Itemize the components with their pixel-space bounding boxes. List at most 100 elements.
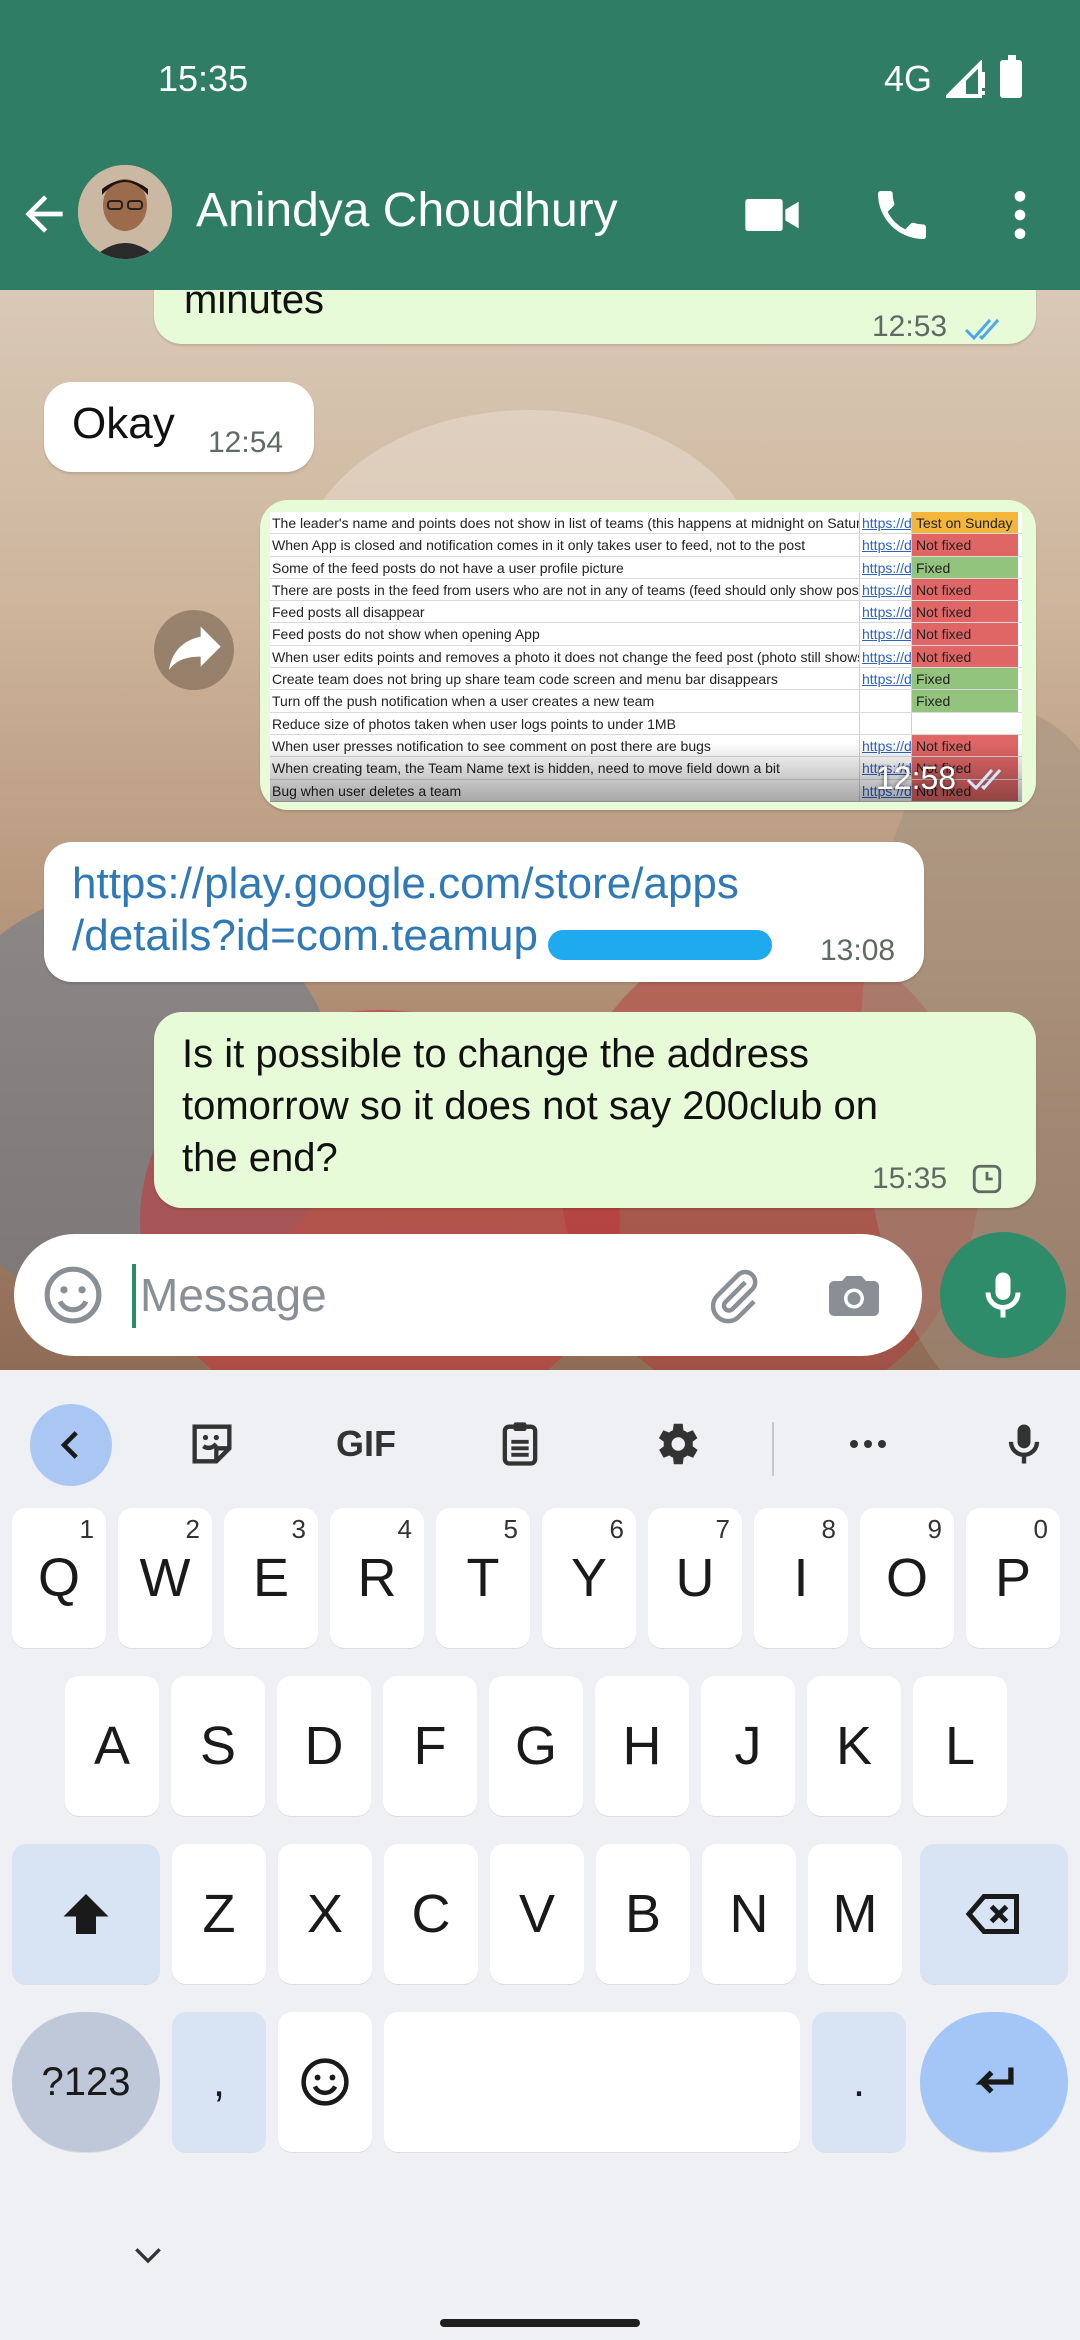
symbols-key[interactable]: ?123 — [12, 2012, 160, 2152]
comma-key-label: , — [212, 2057, 226, 2106]
key-label: R — [357, 1548, 397, 1608]
spreadsheet-cell-description: Reduce size of photos taken when user lo… — [270, 712, 860, 734]
message-time: 15:35 — [872, 1162, 948, 1195]
spreadsheet-cell-status: Test on Sunday — [912, 512, 1018, 534]
key-u[interactable]: U7 — [648, 1508, 742, 1648]
spreadsheet-cell-status: Not fixed — [912, 534, 1018, 556]
back-arrow-icon[interactable] — [16, 186, 72, 242]
voice-call-icon[interactable] — [870, 183, 934, 247]
voice-input-button[interactable] — [984, 1404, 1064, 1484]
key-m[interactable]: M — [808, 1844, 902, 1984]
key-label: W — [139, 1548, 191, 1608]
camera-icon[interactable] — [824, 1266, 884, 1326]
keyboard-settings-button[interactable] — [636, 1404, 716, 1484]
key-l[interactable]: L — [913, 1676, 1007, 1816]
chat-area[interactable]: minutes 12:53 Okay 12:54 The leader's na… — [0, 290, 1080, 1370]
key-z[interactable]: Z — [172, 1844, 266, 1984]
network-type: 4G — [883, 58, 932, 99]
soft-keyboard: GIF ?123 , . Q 1 W 2 E 3 R 4 T 5 Y 6 U 7… — [0, 1370, 1080, 2340]
spreadsheet-cell-status: Fixed — [912, 556, 1018, 578]
key-label: G — [514, 1716, 557, 1776]
key-k[interactable]: K — [807, 1676, 901, 1816]
spreadsheet-cell-description: When user edits points and removes a pho… — [270, 645, 860, 668]
spreadsheet-cell-description: Feed posts do not show when opening App — [270, 623, 860, 645]
contact-avatar[interactable] — [78, 165, 172, 259]
gif-label: GIF — [336, 1423, 396, 1464]
spreadsheet-row: Feed posts do not show when opening App h… — [270, 623, 1022, 646]
message-bubble-outgoing[interactable]: minutes 12:53 — [154, 290, 1036, 344]
settings-icon — [658, 1423, 698, 1465]
clipboard-button[interactable] — [480, 1404, 560, 1484]
video-call-icon[interactable] — [740, 183, 804, 247]
key-p[interactable]: P0 — [966, 1508, 1060, 1648]
spreadsheet-cell-description: When App is closed and notification come… — [270, 534, 860, 556]
key-label: C — [411, 1884, 451, 1944]
enter-key[interactable] — [920, 2012, 1068, 2152]
key-c[interactable]: C — [384, 1844, 478, 1984]
key-label: M — [832, 1884, 878, 1944]
key-h[interactable]: H — [595, 1676, 689, 1816]
key-r[interactable]: R4 — [330, 1508, 424, 1648]
key-label: E — [252, 1548, 290, 1608]
message-time: 12:54 — [208, 426, 284, 459]
key-y[interactable]: Y6 — [542, 1508, 636, 1648]
spreadsheet-cell-description: The leader's name and points does not sh… — [270, 512, 860, 534]
key-e[interactable]: E3 — [224, 1508, 318, 1648]
key-g[interactable]: G — [489, 1676, 583, 1816]
spreadsheet-cell-link — [860, 690, 912, 712]
spreadsheet-cell-link: https://d — [860, 578, 912, 601]
key-j[interactable]: J — [701, 1676, 795, 1816]
key-q[interactable]: Q1 — [12, 1508, 106, 1648]
backspace-key[interactable] — [920, 1844, 1068, 1984]
key-x[interactable]: X — [278, 1844, 372, 1984]
hide-keyboard-icon[interactable] — [128, 2236, 168, 2276]
toolbar-divider — [772, 1422, 774, 1476]
key-hint: 5 — [503, 1514, 518, 1544]
spreadsheet-row: When user edits points and removes a pho… — [270, 645, 1022, 669]
key-label: P — [994, 1548, 1032, 1608]
key-t[interactable]: T5 — [436, 1508, 530, 1648]
enter-icon — [975, 2067, 1014, 2094]
spreadsheet-cell-link: https://d — [860, 534, 912, 556]
spreadsheet-image[interactable]: The leader's name and points does not sh… — [270, 512, 1022, 802]
collapse-toolbar-button[interactable] — [30, 1404, 112, 1486]
clipboard-icon — [502, 1422, 538, 1466]
period-key[interactable]: . — [812, 2012, 906, 2152]
key-b[interactable]: B — [596, 1844, 690, 1984]
comma-key[interactable]: , — [172, 2012, 266, 2152]
attach-icon[interactable] — [704, 1266, 764, 1326]
contact-name[interactable]: Anindya Choudhury — [196, 183, 618, 238]
emoji-icon[interactable] — [42, 1264, 104, 1326]
message-bubble-incoming[interactable]: Okay 12:54 — [44, 382, 314, 472]
more-vert-icon[interactable] — [988, 183, 1052, 247]
home-indicator[interactable] — [440, 2319, 640, 2327]
key-n[interactable]: N — [702, 1844, 796, 1984]
voice-message-button[interactable] — [940, 1232, 1066, 1358]
key-i[interactable]: I8 — [754, 1508, 848, 1648]
emoji-icon — [301, 2058, 349, 2106]
key-f[interactable]: F — [383, 1676, 477, 1816]
key-o[interactable]: O9 — [860, 1508, 954, 1648]
more-options-button[interactable] — [828, 1404, 908, 1484]
forward-button[interactable] — [154, 610, 234, 690]
message-bubble-outgoing[interactable]: Is it possible to change the address tom… — [154, 1012, 1036, 1208]
message-bubble-incoming-link[interactable]: https://play.google.com/store/apps /deta… — [44, 842, 924, 982]
message-text: minutes — [184, 290, 325, 322]
emoji-key[interactable] — [278, 2012, 372, 2152]
key-d[interactable]: D — [277, 1676, 371, 1816]
spreadsheet-cell-link — [860, 712, 912, 734]
gif-button[interactable]: GIF — [326, 1404, 406, 1484]
shift-key[interactable] — [12, 1844, 160, 1984]
message-input[interactable]: Message — [140, 1268, 327, 1322]
key-w[interactable]: W2 — [118, 1508, 212, 1648]
space-key[interactable] — [384, 2012, 800, 2152]
spreadsheet-cell-link: https://d — [860, 512, 912, 534]
spreadsheet-cell-status: Not fixed — [912, 645, 1018, 668]
key-hint: 4 — [397, 1514, 412, 1544]
key-v[interactable]: V — [490, 1844, 584, 1984]
link-line-1[interactable]: https://play.google.com/store/apps — [72, 856, 739, 912]
key-a[interactable]: A — [65, 1676, 159, 1816]
sticker-button[interactable] — [172, 1404, 252, 1484]
link-line-2[interactable]: /details?id=com.teamup — [72, 908, 538, 964]
key-s[interactable]: S — [171, 1676, 265, 1816]
